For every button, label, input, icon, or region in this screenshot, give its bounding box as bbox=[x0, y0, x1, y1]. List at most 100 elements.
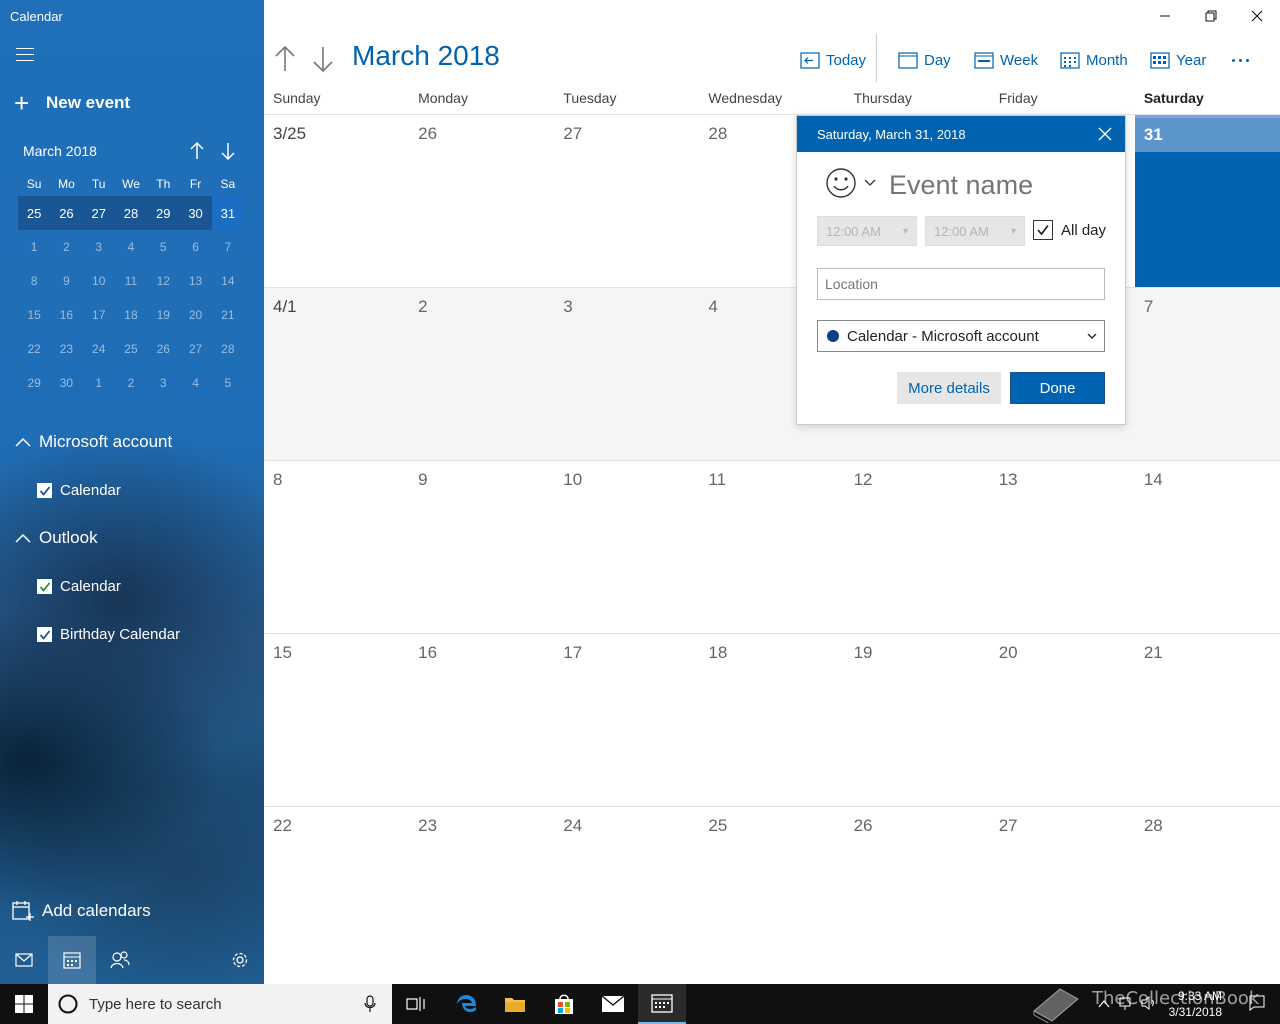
day-cell[interactable]: 16 bbox=[409, 634, 554, 806]
mini-calendar-day[interactable]: 13 bbox=[179, 264, 211, 298]
mini-calendar-day[interactable]: 20 bbox=[179, 298, 211, 332]
mini-calendar-day[interactable]: 3 bbox=[83, 230, 115, 264]
mini-calendar-day[interactable]: 22 bbox=[18, 332, 50, 366]
day-cell-selected[interactable]: 31 bbox=[1134, 115, 1280, 287]
calendar-button[interactable] bbox=[48, 936, 96, 984]
day-cell[interactable]: 9 bbox=[409, 461, 554, 633]
end-time-select[interactable]: 12:00 AM ▼ bbox=[925, 216, 1025, 246]
mini-calendar-day[interactable]: 1 bbox=[83, 366, 115, 400]
task-view-button[interactable] bbox=[392, 984, 440, 1024]
restore-button[interactable] bbox=[1188, 0, 1234, 32]
day-cell[interactable]: 20 bbox=[990, 634, 1135, 806]
mini-calendar-day[interactable]: 4 bbox=[115, 230, 147, 264]
year-view-button[interactable]: Year bbox=[1150, 48, 1206, 72]
mini-calendar-day[interactable]: 28 bbox=[212, 332, 244, 366]
previous-month-button[interactable] bbox=[188, 141, 206, 161]
day-cell[interactable]: 15 bbox=[264, 634, 409, 806]
location-input[interactable] bbox=[817, 268, 1105, 300]
done-button[interactable]: Done bbox=[1010, 372, 1105, 404]
edge-button[interactable] bbox=[443, 984, 491, 1024]
day-cell[interactable]: 3 bbox=[554, 288, 700, 460]
mini-calendar-day[interactable]: 4 bbox=[179, 366, 211, 400]
checkbox-icon[interactable] bbox=[37, 483, 52, 498]
mini-calendar-day[interactable]: 5 bbox=[147, 230, 179, 264]
mini-calendar-day[interactable]: 14 bbox=[212, 264, 244, 298]
day-cell[interactable]: 12 bbox=[845, 461, 990, 633]
day-cell[interactable]: 8 bbox=[264, 461, 409, 633]
day-cell[interactable]: 4/1 bbox=[264, 288, 410, 460]
mini-calendar-day[interactable]: 11 bbox=[115, 264, 147, 298]
next-month-button[interactable] bbox=[219, 141, 237, 161]
mini-calendar-day[interactable]: 9 bbox=[50, 264, 82, 298]
mini-calendar-day[interactable]: 26 bbox=[50, 196, 83, 230]
mini-calendar-day[interactable]: 6 bbox=[179, 230, 211, 264]
checkbox-icon[interactable] bbox=[37, 579, 52, 594]
mail-app-button[interactable] bbox=[589, 984, 637, 1024]
day-cell[interactable]: 27 bbox=[990, 807, 1135, 979]
all-day-checkbox[interactable]: All day bbox=[1033, 220, 1106, 240]
day-cell[interactable]: 13 bbox=[990, 461, 1135, 633]
mini-calendar-day[interactable]: 15 bbox=[18, 298, 50, 332]
settings-button[interactable] bbox=[216, 936, 264, 984]
taskbar-search[interactable]: Type here to search bbox=[48, 984, 392, 1024]
mini-calendar-day[interactable]: 25 bbox=[115, 332, 147, 366]
event-name-input[interactable] bbox=[889, 170, 1109, 201]
mini-calendar-day[interactable]: 27 bbox=[82, 196, 115, 230]
previous-month-arrow[interactable] bbox=[272, 44, 298, 74]
hamburger-menu-button[interactable] bbox=[16, 48, 34, 62]
mini-calendar-day[interactable]: 29 bbox=[147, 196, 180, 230]
mini-calendar-day[interactable]: 2 bbox=[50, 230, 82, 264]
mini-calendar-day[interactable]: 8 bbox=[18, 264, 50, 298]
mini-calendar-day[interactable]: 18 bbox=[115, 298, 147, 332]
new-event-button[interactable]: + New event bbox=[14, 90, 130, 116]
mini-calendar-day[interactable]: 27 bbox=[179, 332, 211, 366]
day-cell[interactable]: 28 bbox=[1135, 807, 1280, 979]
mini-calendar-day[interactable]: 3 bbox=[147, 366, 179, 400]
day-cell[interactable]: 25 bbox=[699, 807, 844, 979]
calendar-item-birthday-calendar[interactable]: Birthday Calendar bbox=[37, 626, 180, 643]
month-view-button[interactable]: Month bbox=[1060, 48, 1128, 72]
group-microsoft-account[interactable]: Microsoft account bbox=[14, 432, 172, 452]
week-view-button[interactable]: Week bbox=[974, 48, 1038, 72]
day-cell[interactable]: 24 bbox=[554, 807, 699, 979]
next-month-arrow[interactable] bbox=[310, 44, 336, 74]
calendar-item-microsoft-calendar[interactable]: Calendar bbox=[37, 482, 121, 499]
mini-calendar-day[interactable]: 31 bbox=[211, 196, 244, 230]
day-cell[interactable]: 26 bbox=[409, 115, 554, 287]
mini-calendar-day[interactable]: 25 bbox=[18, 196, 51, 230]
mini-calendar-day[interactable]: 5 bbox=[212, 366, 244, 400]
popup-close-button[interactable] bbox=[1097, 126, 1113, 142]
day-cell[interactable]: 21 bbox=[1135, 634, 1280, 806]
mini-calendar-day[interactable]: 29 bbox=[18, 366, 50, 400]
mini-calendar-day[interactable]: 12 bbox=[147, 264, 179, 298]
mini-calendar-day[interactable]: 2 bbox=[115, 366, 147, 400]
file-explorer-button[interactable] bbox=[491, 984, 539, 1024]
add-calendars-button[interactable]: Add calendars bbox=[12, 900, 151, 922]
mini-calendar-day[interactable]: 16 bbox=[50, 298, 82, 332]
mail-button[interactable] bbox=[0, 936, 48, 984]
day-cell[interactable]: 2 bbox=[409, 288, 555, 460]
people-button[interactable] bbox=[96, 936, 144, 984]
mini-calendar-day[interactable]: 7 bbox=[212, 230, 244, 264]
mini-calendar-day[interactable]: 30 bbox=[50, 366, 82, 400]
day-cell[interactable]: 26 bbox=[845, 807, 990, 979]
group-outlook[interactable]: Outlook bbox=[14, 528, 98, 548]
calendar-app-button[interactable] bbox=[638, 984, 686, 1024]
mini-calendar-day[interactable]: 26 bbox=[147, 332, 179, 366]
emoji-picker-button[interactable] bbox=[825, 167, 877, 199]
mini-calendar-day[interactable]: 19 bbox=[147, 298, 179, 332]
day-cell[interactable]: 17 bbox=[554, 634, 699, 806]
mini-calendar-day[interactable]: 28 bbox=[114, 196, 148, 230]
mini-calendar-day[interactable]: 24 bbox=[83, 332, 115, 366]
start-button[interactable] bbox=[0, 984, 48, 1024]
mini-calendar-day[interactable]: 23 bbox=[50, 332, 82, 366]
day-cell[interactable]: 3/25 bbox=[264, 115, 409, 287]
mini-calendar-day[interactable]: 30 bbox=[179, 196, 212, 230]
day-cell[interactable]: 14 bbox=[1135, 461, 1280, 633]
start-time-select[interactable]: 12:00 AM ▼ bbox=[817, 216, 917, 246]
minimize-button[interactable] bbox=[1142, 0, 1188, 32]
mini-calendar-day[interactable]: 21 bbox=[212, 298, 244, 332]
day-cell[interactable]: 10 bbox=[554, 461, 699, 633]
day-cell[interactable]: 11 bbox=[699, 461, 844, 633]
today-button[interactable]: Today bbox=[800, 48, 866, 72]
